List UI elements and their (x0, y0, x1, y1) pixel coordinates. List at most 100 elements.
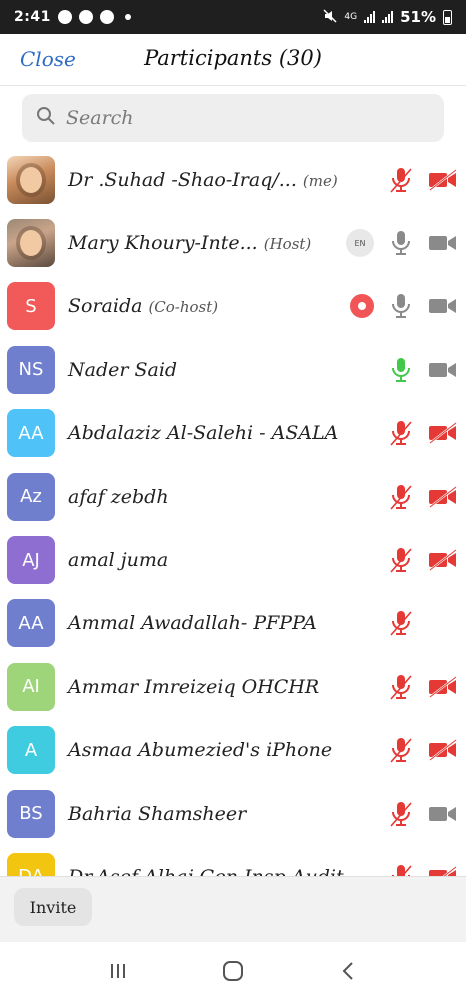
video-off-icon (428, 419, 458, 447)
mic-icon (386, 229, 416, 257)
video-icon (428, 356, 458, 384)
participant-status-icons (350, 286, 458, 326)
home-icon[interactable] (213, 951, 253, 991)
participant-status-icons (386, 160, 458, 200)
participant-name: Nader Said (68, 359, 177, 381)
participant-row[interactable]: Az afaf zebdh (0, 465, 466, 528)
participant-name-text: Ammar Imreizeiq OHCHR (68, 675, 320, 698)
avatar: BS (7, 789, 55, 838)
participant-row[interactable]: AA Abdalaziz Al-Salehi - ASALA (0, 402, 466, 465)
avatar-photo (20, 166, 42, 193)
participant-name-text: Soraida (68, 295, 143, 318)
participant-name: amal juma (68, 549, 168, 571)
participant-name-text: Bahria Shamsheer (68, 802, 247, 825)
language-badge: EN (346, 229, 374, 258)
messenger-icon (57, 10, 72, 24)
participant-name-text: afaf zebdh (68, 485, 169, 508)
video-off-icon (428, 166, 458, 194)
mic-muted-icon (386, 546, 416, 574)
participant-status-icons (386, 667, 458, 707)
participant-name-text: Mary Khoury-Inte... (68, 232, 258, 255)
video-placeholder (428, 609, 458, 637)
participant-status-icons (386, 794, 458, 834)
mic-muted-icon (386, 483, 416, 511)
participant-name: Ammal Awadallah- PFPPA (68, 612, 317, 634)
participant-row[interactable]: NS Nader Said (0, 338, 466, 401)
participant-status-icons (386, 730, 458, 770)
participant-name-text: Dr.Asef Alhaj Gen.Insp.Audit (68, 866, 344, 876)
participant-name: Dr .Suhad -Shao-Iraq/... (me) (68, 169, 338, 191)
participant-status-icons (386, 477, 458, 517)
search-bar[interactable] (22, 94, 444, 142)
participant-name: afaf zebdh (68, 486, 169, 508)
video-off-icon (428, 863, 458, 876)
video-icon (428, 292, 458, 320)
participant-name-text: Ammal Awadallah- PFPPA (68, 612, 317, 635)
avatar (7, 155, 55, 204)
record-icon (350, 294, 374, 319)
participant-role: (me) (302, 171, 338, 190)
participant-role: (Host) (263, 235, 312, 254)
more-notifications-icon (124, 14, 131, 20)
close-button[interactable]: Close (20, 47, 76, 71)
participant-row[interactable]: DA Dr.Asef Alhaj Gen.Insp.Audit (0, 845, 466, 876)
avatar: AJ (7, 536, 55, 585)
avatar: NS (7, 345, 55, 394)
video-icon (428, 800, 458, 828)
battery-percent: 51% (400, 8, 436, 26)
participant-row[interactable]: AI Ammar Imreizeiq OHCHR (0, 655, 466, 718)
participant-name: Soraida (Co-host) (68, 295, 218, 317)
alert-icon (99, 10, 114, 24)
avatar: Az (7, 472, 55, 521)
participant-row[interactable]: AA Ammal Awadallah- PFPPA (0, 592, 466, 655)
status-bar: 2:41 4G 51% (0, 0, 466, 34)
video-off-icon (428, 673, 458, 701)
participant-status-icons (386, 603, 458, 643)
avatar: A (7, 726, 55, 775)
back-icon[interactable] (328, 951, 368, 991)
participant-name: Ammar Imreizeiq OHCHR (68, 676, 319, 698)
status-time: 2:41 (14, 9, 51, 25)
avatar: DA (7, 852, 55, 876)
participant-name-text: Abdalaziz Al-Salehi - ASALA (68, 422, 339, 445)
participant-name-text: Dr .Suhad -Shao-Iraq/... (68, 168, 297, 191)
search-input[interactable] (66, 107, 406, 129)
bottom-toolbar: Invite (0, 876, 466, 942)
participant-status-icons (386, 857, 458, 876)
mic-active-icon (386, 356, 416, 384)
mic-muted-icon (386, 166, 416, 194)
mic-muted-icon (386, 736, 416, 764)
participant-row[interactable]: A Asmaa Abumezied's iPhone (0, 719, 466, 782)
video-off-icon (428, 736, 458, 764)
mic-muted-icon (386, 863, 416, 876)
participants-header: Close Participants (30) (0, 34, 466, 86)
avatar: AA (7, 599, 55, 648)
participant-name: Mary Khoury-Inte... (Host) (68, 232, 311, 254)
participant-name-text: Asmaa Abumezied's iPhone (68, 739, 333, 762)
participant-name: Abdalaziz Al-Salehi - ASALA (68, 422, 338, 444)
participant-row[interactable]: S Soraida (Co-host) (0, 275, 466, 338)
participant-list[interactable]: Dr .Suhad -Shao-Iraq/... (me) Mary Khoury-… (0, 148, 466, 876)
avatar: S (7, 282, 55, 331)
participant-name-text: Nader Said (68, 358, 178, 381)
search-icon (36, 106, 56, 130)
mute-icon (323, 8, 337, 26)
mic-muted-icon (386, 419, 416, 447)
mic-icon (386, 292, 416, 320)
participant-row[interactable]: Dr .Suhad -Shao-Iraq/... (me) (0, 148, 466, 211)
mic-muted-icon (386, 800, 416, 828)
participant-status-icons (386, 540, 458, 580)
participant-name: Bahria Shamsheer (68, 803, 246, 825)
participant-name: Asmaa Abumezied's iPhone (68, 739, 332, 761)
participant-row[interactable]: BS Bahria Shamsheer (0, 782, 466, 845)
video-off-icon (428, 483, 458, 511)
video-off-icon (428, 546, 458, 574)
participant-row[interactable]: Mary Khoury-Inte... (Host) EN (0, 211, 466, 274)
signal-icon (364, 11, 376, 23)
mic-muted-icon (386, 673, 416, 701)
recent-apps-icon[interactable] (98, 951, 138, 991)
invite-button[interactable]: Invite (14, 888, 92, 926)
participant-name: Dr.Asef Alhaj Gen.Insp.Audit (68, 866, 344, 876)
participant-row[interactable]: AJ amal juma (0, 528, 466, 591)
notification-icon (78, 10, 93, 24)
